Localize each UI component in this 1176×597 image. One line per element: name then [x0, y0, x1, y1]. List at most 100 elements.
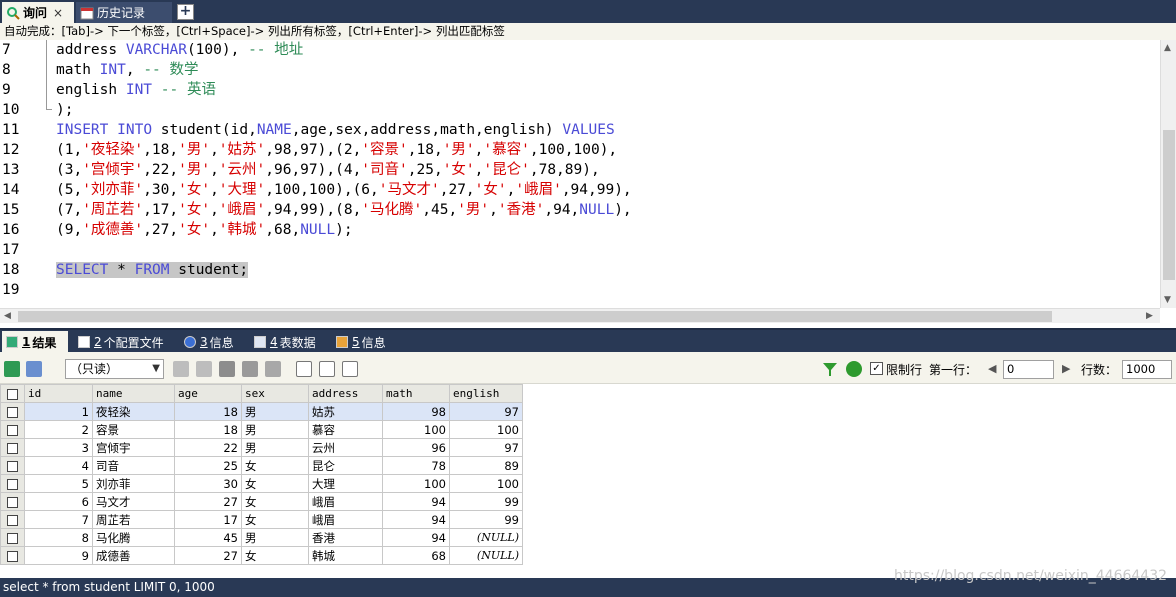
cell-id[interactable]: 5 [24, 474, 93, 493]
cell-english[interactable]: 97 [449, 438, 523, 457]
tab-profiles[interactable]: 2 个配置文件 [74, 331, 174, 353]
cell-address[interactable]: 峨眉 [308, 492, 383, 511]
cell-sex[interactable]: 女 [241, 456, 309, 475]
save-icon[interactable] [219, 361, 235, 377]
cell-address[interactable]: 韩城 [308, 546, 383, 565]
cell-name[interactable]: 马化腾 [92, 528, 175, 547]
row-checkbox[interactable] [0, 402, 25, 421]
row-checkbox[interactable] [0, 438, 25, 457]
cell-english[interactable]: 100 [449, 474, 523, 493]
cell-address[interactable]: 姑苏 [308, 402, 383, 421]
rows-count-input[interactable]: 1000 [1122, 360, 1172, 379]
cell-english[interactable]: 89 [449, 456, 523, 475]
cell-age[interactable]: 30 [174, 474, 242, 493]
scroll-up-icon[interactable]: ▲ [1164, 43, 1171, 53]
tab-query[interactable]: 询问 × [2, 2, 74, 23]
cell-age[interactable]: 27 [174, 492, 242, 511]
text-view-icon[interactable] [342, 361, 358, 377]
table-row[interactable]: 4 司音 25 女 昆仑 78 89 [0, 456, 523, 475]
add-tab-button[interactable]: + [177, 4, 194, 20]
row-checkbox[interactable] [0, 474, 25, 493]
cell-english[interactable]: 97 [449, 402, 523, 421]
cell-sex[interactable]: 女 [241, 546, 309, 565]
sql-editor[interactable]: 7 8 9 10 11 12 13 14 15 16 17 18 19 addr… [0, 40, 1176, 323]
cell-math[interactable]: 100 [382, 474, 450, 493]
table-row[interactable]: 8 马化腾 45 男 香港 94 (NULL) [0, 528, 523, 547]
table-row[interactable]: 3 宫倾宇 22 男 云州 96 97 [0, 438, 523, 457]
refresh-icon[interactable] [846, 361, 862, 377]
cell-id[interactable]: 1 [24, 402, 93, 421]
cell-name[interactable]: 刘亦菲 [92, 474, 175, 493]
results-grid[interactable]: id name age sex address math english 1 夜… [0, 384, 523, 565]
column-header-address[interactable]: address [308, 384, 383, 403]
tab-info[interactable]: 5 信息 [332, 331, 396, 353]
cell-id[interactable]: 7 [24, 510, 93, 529]
editor-vertical-scrollbar[interactable]: ▲ ▼ [1160, 40, 1176, 308]
import-icon[interactable] [26, 361, 42, 377]
cell-english[interactable]: 99 [449, 510, 523, 529]
tab-results[interactable]: 1 结果 [2, 331, 68, 353]
cell-math[interactable]: 100 [382, 420, 450, 439]
cell-math[interactable]: 78 [382, 456, 450, 475]
form-view-icon[interactable] [319, 361, 335, 377]
cell-math[interactable]: 96 [382, 438, 450, 457]
cell-id[interactable]: 4 [24, 456, 93, 475]
scroll-down-icon[interactable]: ▼ [1164, 295, 1171, 305]
cell-math[interactable]: 94 [382, 528, 450, 547]
cell-sex[interactable]: 男 [241, 420, 309, 439]
code-text[interactable]: address VARCHAR(100), -- 地址 math INT, --… [56, 40, 1156, 300]
row-checkbox[interactable] [0, 546, 25, 565]
cell-english[interactable]: (NULL) [449, 546, 523, 565]
tab-messages[interactable]: 3 信息 [180, 331, 244, 353]
scroll-right-icon[interactable]: ▶ [1146, 309, 1153, 324]
cell-address[interactable]: 慕容 [308, 420, 383, 439]
column-header-math[interactable]: math [382, 384, 450, 403]
table-row[interactable]: 6 马文才 27 女 峨眉 94 99 [0, 492, 523, 511]
cell-name[interactable]: 成德善 [92, 546, 175, 565]
table-row[interactable]: 1 夜轻染 18 男 姑苏 98 97 [0, 402, 523, 421]
close-icon[interactable]: × [53, 6, 63, 20]
editor-horizontal-scrollbar[interactable]: ◀ ▶ [0, 308, 1160, 323]
column-header-sex[interactable]: sex [241, 384, 309, 403]
cell-math[interactable]: 94 [382, 510, 450, 529]
column-header-english[interactable]: english [449, 384, 523, 403]
next-page-icon[interactable]: ▶ [1062, 362, 1070, 375]
cell-age[interactable]: 27 [174, 546, 242, 565]
cell-address[interactable]: 云州 [308, 438, 383, 457]
cell-age[interactable]: 45 [174, 528, 242, 547]
cell-name[interactable]: 夜轻染 [92, 402, 175, 421]
cell-name[interactable]: 容景 [92, 420, 175, 439]
grid-view-icon[interactable] [296, 361, 312, 377]
cell-name[interactable]: 周芷若 [92, 510, 175, 529]
cell-name[interactable]: 司音 [92, 456, 175, 475]
cell-id[interactable]: 9 [24, 546, 93, 565]
cell-sex[interactable]: 男 [241, 438, 309, 457]
cell-name[interactable]: 马文才 [92, 492, 175, 511]
duplicate-row-icon[interactable] [196, 361, 212, 377]
table-row[interactable]: 9 成德善 27 女 韩城 68 (NULL) [0, 546, 523, 565]
cell-name[interactable]: 宫倾宇 [92, 438, 175, 457]
cell-english[interactable]: 100 [449, 420, 523, 439]
cell-address[interactable]: 大理 [308, 474, 383, 493]
row-checkbox[interactable] [0, 420, 25, 439]
cell-age[interactable]: 25 [174, 456, 242, 475]
cancel-changes-icon[interactable] [265, 361, 281, 377]
column-header-name[interactable]: name [92, 384, 175, 403]
tab-table-data[interactable]: 4 表数据 [250, 331, 326, 353]
cell-age[interactable]: 18 [174, 402, 242, 421]
scroll-thumb[interactable] [18, 311, 1052, 322]
cell-address[interactable]: 峨眉 [308, 510, 383, 529]
table-row[interactable]: 2 容景 18 男 慕容 100 100 [0, 420, 523, 439]
cell-english[interactable]: 99 [449, 492, 523, 511]
cell-sex[interactable]: 女 [241, 474, 309, 493]
cell-age[interactable]: 17 [174, 510, 242, 529]
mode-select[interactable]: （只读） ▼ [65, 359, 164, 379]
cell-sex[interactable]: 男 [241, 402, 309, 421]
cell-age[interactable]: 22 [174, 438, 242, 457]
scroll-thumb[interactable] [1163, 130, 1175, 280]
cell-age[interactable]: 18 [174, 420, 242, 439]
cell-id[interactable]: 6 [24, 492, 93, 511]
cell-sex[interactable]: 男 [241, 528, 309, 547]
prev-page-icon[interactable]: ◀ [988, 362, 996, 375]
scroll-left-icon[interactable]: ◀ [4, 309, 11, 324]
